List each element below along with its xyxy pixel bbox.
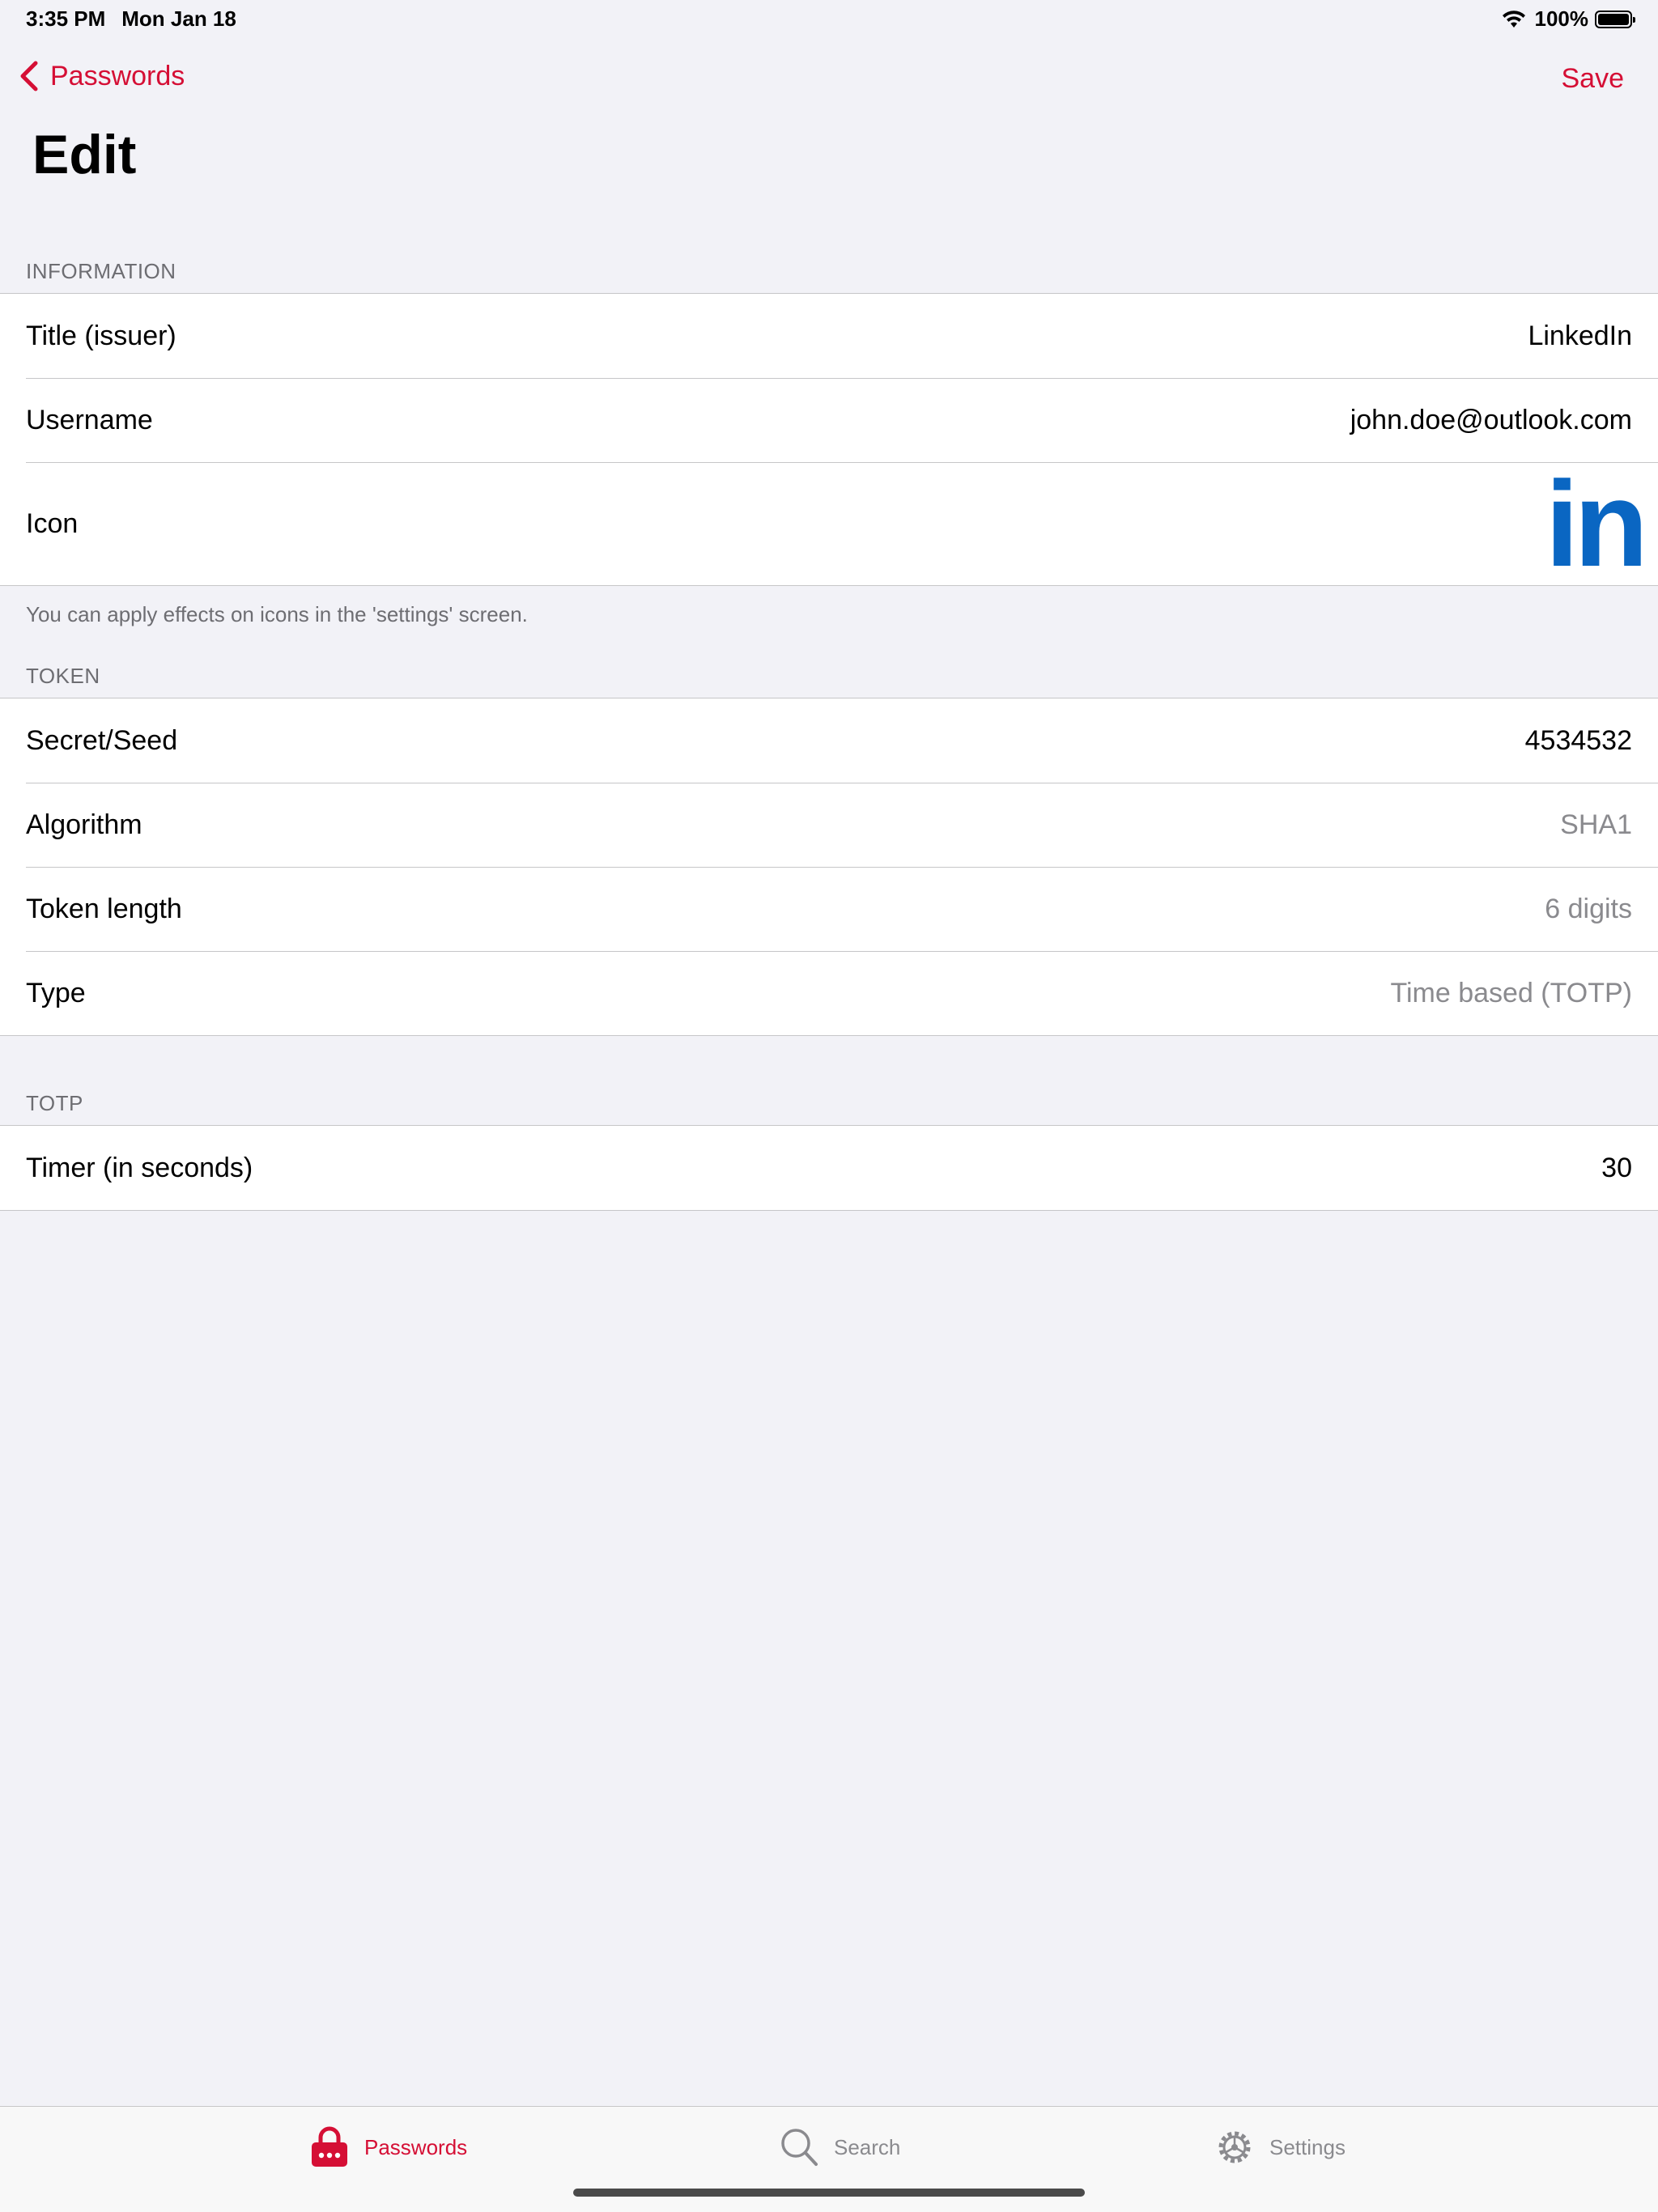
home-indicator[interactable] [573, 2189, 1085, 2197]
token-group: Secret/Seed 4534532 Algorithm SHA1 Token… [0, 698, 1658, 1036]
type-label: Type [26, 977, 86, 1008]
lock-icon [312, 2126, 347, 2167]
section-header-totp: TOTP [26, 1091, 83, 1115]
username-label: Username [26, 404, 153, 435]
algorithm-value: SHA1 [1560, 809, 1632, 840]
algorithm-label: Algorithm [26, 809, 142, 840]
back-button[interactable]: Passwords [18, 60, 185, 92]
information-group: Title (issuer) LinkedIn Username john.do… [0, 293, 1658, 586]
type-row[interactable]: Type Time based (TOTP) [0, 951, 1658, 1035]
page-title: Edit [32, 124, 137, 185]
token-length-value: 6 digits [1545, 893, 1632, 924]
timer-value[interactable]: 30 [1601, 1153, 1632, 1184]
secret-label: Secret/Seed [26, 724, 178, 756]
information-footer-note: You can apply effects on icons in the 's… [26, 602, 528, 626]
battery-percent: 100% [1534, 6, 1589, 31]
back-button-label: Passwords [50, 60, 185, 91]
search-icon [781, 2129, 818, 2166]
timer-label: Timer (in seconds) [26, 1152, 253, 1183]
tab-settings-label: Settings [1269, 2134, 1346, 2159]
gear-icon [1218, 2131, 1251, 2163]
secret-row[interactable]: Secret/Seed 4534532 [0, 698, 1658, 783]
username-value[interactable]: john.doe@outlook.com [1350, 405, 1632, 436]
battery-icon [1595, 10, 1635, 28]
section-header-information: INFORMATION [26, 259, 176, 283]
title-label: Title (issuer) [26, 320, 176, 351]
secret-value[interactable]: 4534532 [1525, 725, 1632, 757]
tab-passwords[interactable]: Passwords [309, 2126, 467, 2168]
title-value[interactable]: LinkedIn [1528, 321, 1632, 352]
save-button[interactable]: Save [1562, 63, 1625, 95]
timer-row[interactable]: Timer (in seconds) 30 [0, 1126, 1658, 1210]
title-row[interactable]: Title (issuer) LinkedIn [0, 294, 1658, 378]
algorithm-row[interactable]: Algorithm SHA1 [0, 783, 1658, 867]
status-time: 3:35 PM [26, 6, 106, 31]
tab-search-label: Search [834, 2134, 901, 2159]
navigation-bar: Passwords Save [0, 57, 1658, 105]
totp-group: Timer (in seconds) 30 [0, 1125, 1658, 1211]
status-bar: 3:35 PM Mon Jan 18 100% [0, 0, 1658, 39]
token-length-label: Token length [26, 893, 182, 924]
icon-row[interactable]: Icon in [0, 462, 1658, 585]
status-indicators: 100% [1501, 6, 1635, 32]
section-header-token: TOKEN [26, 664, 100, 688]
token-length-row[interactable]: Token length 6 digits [0, 867, 1658, 951]
status-time-date: 3:35 PM Mon Jan 18 [26, 6, 236, 32]
icon-label: Icon [26, 507, 79, 539]
tab-passwords-label: Passwords [364, 2134, 468, 2159]
wifi-icon [1502, 10, 1525, 28]
status-date: Mon Jan 18 [121, 6, 236, 31]
type-value: Time based (TOTP) [1390, 977, 1632, 1008]
tab-settings[interactable]: Settings [1214, 2126, 1346, 2168]
username-row[interactable]: Username john.doe@outlook.com [0, 378, 1658, 462]
tab-search[interactable]: Search [779, 2126, 900, 2168]
chevron-left-icon [20, 61, 38, 91]
linkedin-logo-icon[interactable]: in [1545, 463, 1648, 584]
